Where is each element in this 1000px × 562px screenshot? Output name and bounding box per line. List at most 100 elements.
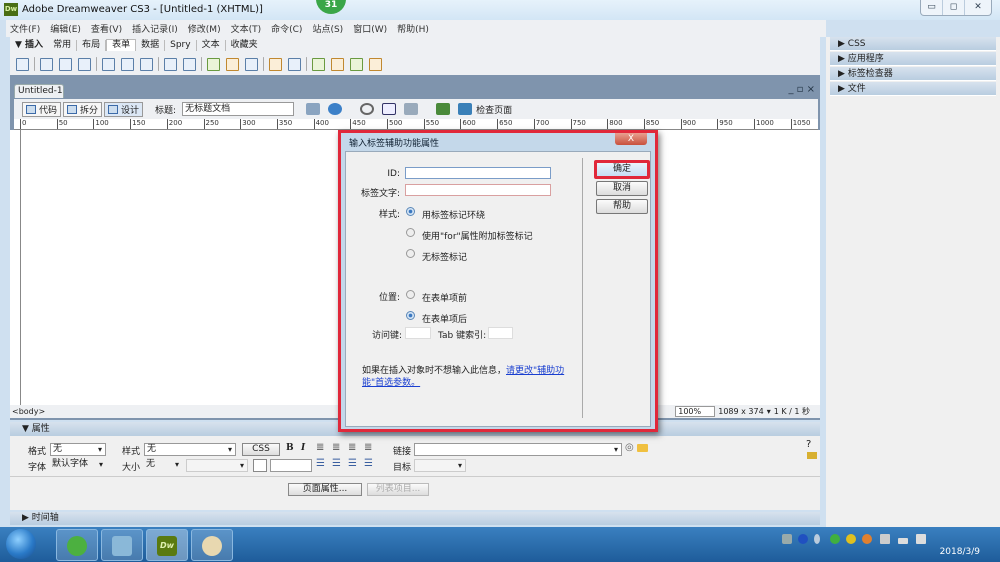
bold-button[interactable]: B xyxy=(286,443,294,453)
link-input[interactable] xyxy=(414,443,622,456)
tab-data[interactable]: 数据 xyxy=(136,39,166,51)
refresh-icon[interactable] xyxy=(360,103,375,115)
id-input[interactable] xyxy=(405,167,551,179)
menu-text[interactable]: 文本(T) xyxy=(231,22,262,35)
css-button[interactable]: CSS xyxy=(242,443,280,456)
tray-signal-icon[interactable] xyxy=(898,538,908,544)
tray-power-icon[interactable] xyxy=(880,534,890,544)
tray-network-icon[interactable] xyxy=(814,534,820,544)
restore-icon[interactable]: ◻ xyxy=(943,0,965,15)
style-option-for[interactable]: 使用"for"属性附加标签标记 xyxy=(422,229,533,242)
taskbar-app-notepad[interactable] xyxy=(101,529,143,561)
help-button[interactable]: 帮助 xyxy=(596,199,648,214)
label-icon[interactable] xyxy=(269,57,282,71)
textarea-icon[interactable] xyxy=(78,57,91,71)
dialog-close-button[interactable]: X xyxy=(615,133,647,145)
timeline-panel-header[interactable]: ▶ 时间轴 xyxy=(10,512,820,525)
start-button[interactable] xyxy=(6,529,36,559)
tray-security-icon[interactable] xyxy=(830,534,840,544)
indent-icon[interactable]: ☰ xyxy=(364,458,373,469)
italic-button[interactable]: I xyxy=(301,443,305,453)
help-icon[interactable]: ? xyxy=(806,439,811,450)
style-radio-wrap[interactable] xyxy=(406,207,415,216)
hidden-field-icon[interactable] xyxy=(59,57,72,71)
ordered-list-icon[interactable]: ☰ xyxy=(332,458,341,469)
tab-favorites[interactable]: 收藏夹 xyxy=(226,40,263,51)
justify-icon[interactable]: ≣ xyxy=(364,442,372,453)
tab-index-input[interactable] xyxy=(488,327,513,339)
cancel-button[interactable]: 取消 xyxy=(596,181,648,196)
taskbar-app-dreamweaver[interactable]: Dw xyxy=(146,529,188,561)
menu-commands[interactable]: 命令(C) xyxy=(271,22,302,35)
tray-keyboard-icon[interactable] xyxy=(782,534,792,544)
clock-date[interactable]: 2018/3/9 xyxy=(940,547,980,557)
image-field-icon[interactable] xyxy=(207,57,220,71)
tray-volume-icon[interactable] xyxy=(916,534,926,544)
menu-modify[interactable]: 修改(M) xyxy=(188,22,221,35)
size-dropdown-icon[interactable]: ▾ xyxy=(767,407,771,416)
file-management-icon[interactable] xyxy=(306,103,321,115)
file-field-icon[interactable] xyxy=(226,57,239,71)
radio-button-icon[interactable] xyxy=(121,57,134,71)
position-option-after[interactable]: 在表单项后 xyxy=(422,312,467,325)
position-option-before[interactable]: 在表单项前 xyxy=(422,291,467,304)
quick-tag-editor-icon[interactable] xyxy=(807,452,817,459)
form-icon[interactable] xyxy=(16,57,29,71)
format-select[interactable]: 无 xyxy=(50,443,106,456)
body-tag[interactable]: <body> xyxy=(12,407,45,416)
page-properties-button[interactable]: 页面属性... xyxy=(288,483,362,496)
style-radio-none[interactable] xyxy=(406,249,415,258)
fieldset-icon[interactable] xyxy=(288,57,301,71)
panel-application[interactable]: ▶ 应用程序 xyxy=(830,52,996,66)
taskbar-app-paint[interactable] xyxy=(191,529,233,561)
menu-site[interactable]: 站点(S) xyxy=(312,22,343,35)
spry-select-icon[interactable] xyxy=(331,57,344,71)
position-radio-before[interactable] xyxy=(406,290,415,299)
outdent-icon[interactable]: ☰ xyxy=(348,458,357,469)
panel-files[interactable]: ▶ 文件 xyxy=(830,82,996,96)
ok-button[interactable]: 确定 xyxy=(594,160,650,179)
spry-text-field-icon[interactable] xyxy=(312,57,325,71)
jump-menu-icon[interactable] xyxy=(183,57,196,71)
button-icon[interactable] xyxy=(245,57,258,71)
align-right-icon[interactable]: ≣ xyxy=(348,442,356,453)
zoom-select[interactable]: 100% xyxy=(675,406,716,417)
document-title-input[interactable]: 无标题文档 xyxy=(182,102,295,116)
list-menu-icon[interactable] xyxy=(164,57,177,71)
document-tab[interactable]: Untitled-1 xyxy=(14,84,64,98)
text-color-input[interactable] xyxy=(270,459,312,472)
close-icon[interactable]: ✕ xyxy=(965,0,991,15)
style-select[interactable]: 无 xyxy=(144,443,236,456)
browse-folder-icon[interactable] xyxy=(637,444,648,452)
spry-textarea-icon[interactable] xyxy=(369,57,382,71)
tab-spry[interactable]: Spry xyxy=(165,39,197,51)
insert-bar-toggle[interactable]: ▼ 插入 xyxy=(10,40,48,51)
style-option-wrap[interactable]: 用标签标记环绕 xyxy=(422,208,485,221)
view-options-icon[interactable] xyxy=(382,103,397,115)
radio-group-icon[interactable] xyxy=(140,57,153,71)
validate-markup-icon[interactable] xyxy=(436,103,451,115)
tab-common[interactable]: 常用 xyxy=(48,39,78,51)
tray-plus-icon[interactable] xyxy=(846,534,856,544)
panel-css[interactable]: ▶ CSS xyxy=(830,37,996,51)
size-select[interactable]: 无 xyxy=(144,459,182,472)
tray-help-icon[interactable] xyxy=(798,534,808,544)
spry-checkbox-icon[interactable] xyxy=(350,57,363,71)
panel-tag-inspector[interactable]: ▶ 标签检查器 xyxy=(830,67,996,81)
taskbar-app-ie[interactable] xyxy=(56,529,98,561)
style-option-none[interactable]: 无标签标记 xyxy=(422,250,467,263)
window-size[interactable]: 1089 x 374 xyxy=(718,407,763,416)
tab-forms[interactable]: 表单 xyxy=(106,39,137,51)
menu-help[interactable]: 帮助(H) xyxy=(397,22,429,35)
preview-browser-icon[interactable] xyxy=(328,103,343,115)
point-to-file-icon[interactable]: ◎ xyxy=(625,442,634,453)
align-left-icon[interactable]: ≣ xyxy=(316,442,324,453)
design-view-button[interactable]: 设计 xyxy=(104,101,144,117)
menu-edit[interactable]: 编辑(E) xyxy=(50,22,81,35)
split-view-button[interactable]: 拆分 xyxy=(63,101,103,117)
label-text-input[interactable] xyxy=(405,184,551,196)
tab-text[interactable]: 文本 xyxy=(197,39,226,51)
font-select[interactable]: 默认字体 xyxy=(50,459,106,472)
tray-qq-icon[interactable] xyxy=(862,534,872,544)
check-page-button[interactable]: 检查页面 xyxy=(476,103,512,116)
